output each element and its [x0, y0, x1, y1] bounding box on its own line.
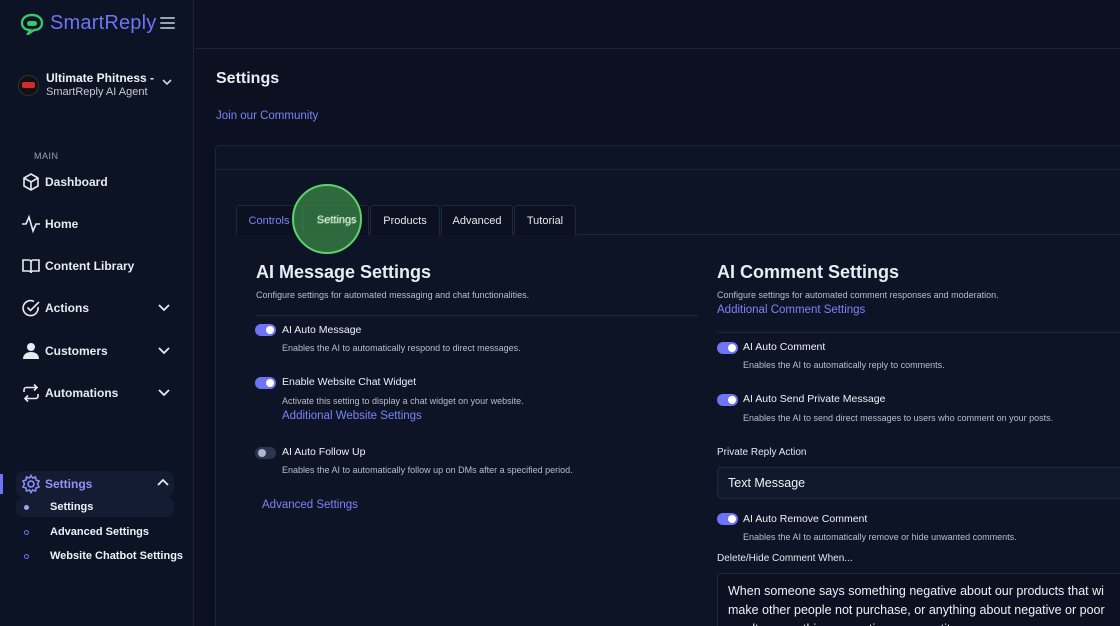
message-settings-title: AI Message Settings	[256, 262, 432, 282]
message-settings-description: Configure settings for automated messagi…	[256, 290, 530, 300]
sidebar: SmartReply Ultimate Phitness - SmartRepl…	[0, 0, 194, 626]
bullet-icon	[24, 529, 29, 535]
sidebar-item-label: Content Library	[45, 259, 135, 273]
sidebar-item-label: Automations	[45, 386, 119, 400]
sidebar-item-customers[interactable]: Customers	[20, 338, 175, 364]
comment-settings-title: AI Comment Settings	[717, 262, 900, 282]
chevron-down-icon[interactable]	[157, 385, 171, 399]
bullet-icon	[24, 504, 29, 510]
delete-hide-comment-textarea[interactable]: When someone says something negative abo…	[717, 573, 1120, 626]
comment-settings-description: Configure settings for automated comment…	[717, 290, 999, 300]
ai-auto-message-toggle[interactable]	[255, 324, 276, 336]
tabs-divider	[577, 234, 1120, 235]
active-indicator	[0, 474, 3, 494]
tab-products[interactable]: Products	[370, 205, 440, 235]
ai-auto-send-private-message-label: AI Auto Send Private Message	[743, 393, 886, 405]
ai-auto-comment-toggle[interactable]	[717, 342, 738, 354]
additional-comment-settings-link[interactable]: Additional Comment Settings	[717, 304, 865, 316]
activity-icon	[20, 213, 42, 235]
sidebar-item-dashboard[interactable]: Dashboard	[20, 169, 175, 195]
sidebar-item-home[interactable]: Home	[20, 211, 175, 237]
sidebar-subitem-settings[interactable]: Settings	[16, 497, 174, 517]
account-subtitle: SmartReply AI Agent	[46, 86, 148, 98]
ai-auto-remove-comment-desc: Enables the AI to automatically remove o…	[743, 532, 1017, 542]
divider	[256, 315, 698, 316]
avatar	[18, 74, 39, 96]
website-chat-widget-label: Enable Website Chat Widget	[282, 376, 417, 388]
card-header	[216, 146, 1120, 170]
private-reply-action-select[interactable]: Text Message	[717, 467, 1120, 499]
ai-auto-message-label: AI Auto Message	[282, 324, 362, 336]
bullet-icon	[24, 553, 29, 559]
tab-advanced[interactable]: Advanced	[441, 205, 513, 235]
brand-name: SmartReply	[50, 12, 157, 34]
sidebar-subitem-label: Website Chatbot Settings	[50, 550, 184, 562]
sidebar-item-automations[interactable]: Automations	[20, 380, 175, 406]
top-bar	[195, 0, 1120, 49]
chat-bubble-logo-icon	[20, 13, 44, 35]
ai-auto-follow-up-label: AI Auto Follow Up	[282, 446, 366, 458]
ai-auto-comment-desc: Enables the AI to automatically reply to…	[743, 360, 945, 370]
ai-auto-send-private-message-desc: Enables the AI to send direct messages t…	[743, 413, 1054, 423]
sidebar-item-label: Dashboard	[45, 175, 108, 189]
sidebar-item-label: Settings	[45, 477, 93, 491]
ai-auto-send-private-message-toggle[interactable]	[717, 394, 738, 406]
sidebar-item-label: Home	[45, 217, 79, 231]
sidebar-item-label: Actions	[45, 301, 90, 315]
menu-icon[interactable]	[160, 17, 175, 32]
sidebar-item-content-library[interactable]: Content Library	[20, 253, 175, 279]
chevron-down-icon[interactable]	[157, 300, 171, 314]
chevron-down-icon[interactable]	[161, 76, 173, 88]
page-title: Settings	[216, 70, 280, 87]
additional-website-settings-link[interactable]: Additional Website Settings	[282, 410, 422, 422]
sidebar-subitem-website-chatbot-settings[interactable]: Website Chatbot Settings	[24, 546, 183, 566]
chevron-down-icon[interactable]	[157, 343, 171, 357]
user-icon	[20, 340, 42, 362]
ai-auto-message-desc: Enables the AI to automatically respond …	[282, 343, 521, 353]
tab-bar: Controls Settings Products Advanced Tuto…	[236, 205, 577, 235]
account-switcher[interactable]: Ultimate Phitness - SmartReply AI Agent	[18, 68, 178, 102]
tab-settings-label-overlay: Settings	[317, 214, 357, 226]
book-icon	[20, 255, 42, 277]
section-label-main: MAIN	[34, 151, 59, 161]
ai-auto-remove-comment-toggle[interactable]	[717, 513, 738, 525]
website-chat-widget-toggle[interactable]	[255, 377, 276, 389]
private-reply-action-label: Private Reply Action	[717, 447, 807, 458]
sidebar-subitem-label: Settings	[50, 501, 94, 513]
ai-auto-follow-up-toggle[interactable]	[255, 447, 276, 459]
sidebar-item-settings[interactable]: Settings	[16, 471, 174, 497]
sidebar-item-actions[interactable]: Actions	[20, 295, 175, 321]
gear-icon	[20, 473, 42, 495]
ai-auto-comment-label: AI Auto Comment	[743, 341, 826, 353]
tab-tutorial[interactable]: Tutorial	[514, 205, 576, 235]
website-chat-widget-desc: Activate this setting to display a chat …	[282, 396, 524, 406]
ai-auto-remove-comment-label: AI Auto Remove Comment	[743, 513, 868, 525]
delete-hide-comment-label: Delete/Hide Comment When...	[717, 553, 853, 564]
account-name: Ultimate Phitness -	[46, 71, 155, 85]
ai-auto-follow-up-desc: Enables the AI to automatically follow u…	[282, 465, 573, 475]
join-community-link[interactable]: Join our Community	[216, 110, 318, 122]
repeat-icon	[20, 382, 42, 404]
divider	[717, 332, 1120, 333]
sidebar-subitem-advanced-settings[interactable]: Advanced Settings	[24, 522, 149, 542]
sidebar-subitem-label: Advanced Settings	[50, 526, 150, 538]
cube-icon	[20, 171, 42, 193]
advanced-settings-link[interactable]: Advanced Settings	[262, 499, 358, 511]
brand[interactable]: SmartReply	[20, 12, 156, 35]
sidebar-item-label: Customers	[45, 344, 108, 358]
check-circle-icon	[20, 297, 42, 319]
chevron-up-icon[interactable]	[156, 476, 170, 490]
